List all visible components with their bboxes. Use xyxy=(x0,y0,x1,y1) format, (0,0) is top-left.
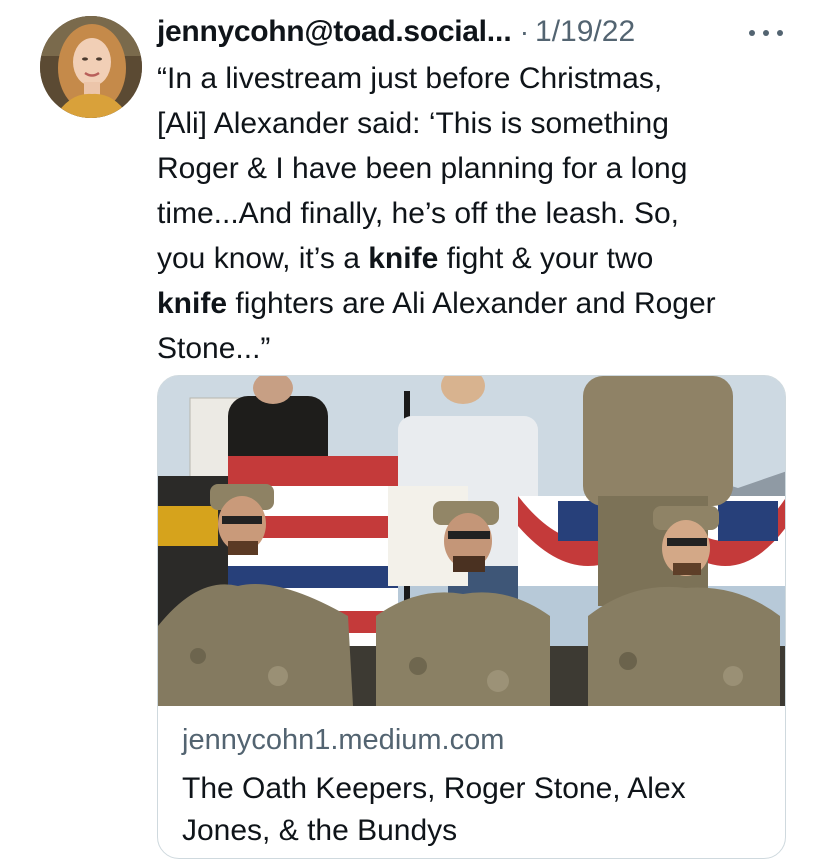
link-preview-card[interactable]: jennycohn1.medium.com The Oath Keepers, … xyxy=(157,375,786,859)
highlighted-term: knife xyxy=(368,242,439,275)
tweet-date[interactable]: 1/19/22 xyxy=(535,15,635,49)
text-segment: fight & your two xyxy=(438,242,654,275)
avatar-photo xyxy=(40,16,142,118)
more-horizontal-icon[interactable] xyxy=(744,18,788,48)
tweet-header: jennycohn@toad.social... · 1/19/22 xyxy=(157,10,635,54)
link-domain: jennycohn1.medium.com xyxy=(182,724,505,756)
tweet-text-line: time...And finally, he’s off the leash. … xyxy=(157,197,679,230)
header-separator: · xyxy=(519,16,530,47)
text-segment: you know, it’s a xyxy=(157,242,369,275)
tweet-text-line: [Ali] Alexander said: ‘This is something xyxy=(157,107,669,140)
tweet-text-line: knife fighters are Ali Alexander and Rog… xyxy=(157,281,807,326)
tweet-text-line: Stone...” xyxy=(157,332,271,365)
highlighted-term: knife xyxy=(157,287,228,320)
link-preview-image xyxy=(158,376,785,706)
tweet-text: “In a livestream just before Christmas, … xyxy=(157,56,807,371)
avatar[interactable] xyxy=(40,16,142,118)
user-handle[interactable]: jennycohn@toad.social xyxy=(157,15,487,49)
handle-truncation: ... xyxy=(486,15,512,48)
text-segment: fighters are Ali Alexander and Roger xyxy=(227,287,716,320)
article-preview-photo xyxy=(158,376,785,706)
link-title: The Oath Keepers, Roger Stone, Alex Jone… xyxy=(182,772,686,847)
tweet-text-line: Roger & I have been planning for a long xyxy=(157,152,688,185)
tweet-text-line: “In a livestream just before Christmas, xyxy=(157,62,663,95)
tweet-text-line: you know, it’s a knife fight & your two xyxy=(157,236,807,281)
